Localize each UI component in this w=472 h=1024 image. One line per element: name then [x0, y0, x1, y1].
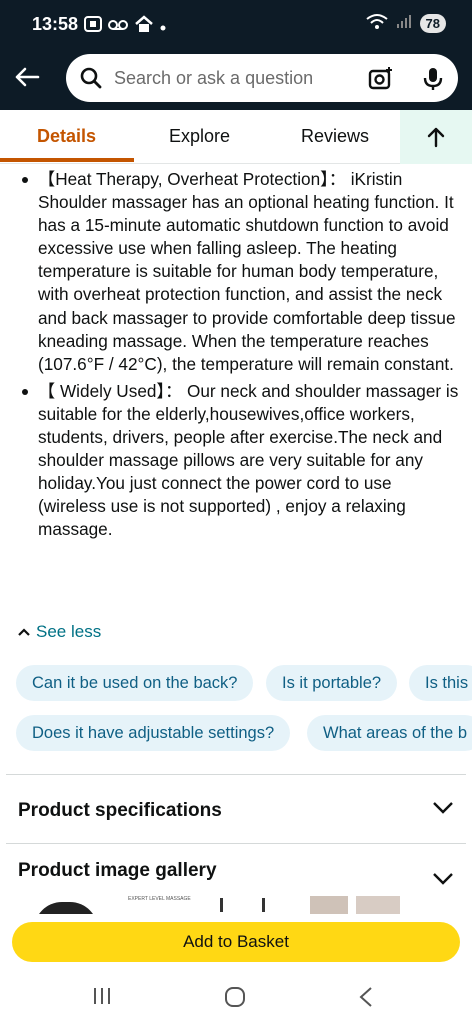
- wifi-icon: [365, 13, 388, 34]
- feature-bullet: 【Heat Therapy, Overheat Protection】： iKr…: [20, 168, 460, 376]
- screenshot-icon: [84, 16, 102, 37]
- gallery-thumbnail[interactable]: [262, 898, 292, 912]
- search-icon: [80, 67, 102, 94]
- voicemail-icon: [108, 18, 128, 36]
- recent-apps-icon[interactable]: [92, 986, 112, 1006]
- gallery-thumbnail[interactable]: [34, 902, 98, 914]
- image-gallery-strip[interactable]: EXPERT LEVEL MASSAGE: [0, 894, 472, 914]
- back-button[interactable]: [12, 62, 42, 92]
- feature-bullet: 【 Widely Used】： Our neck and shoulder ma…: [20, 380, 460, 542]
- question-chip[interactable]: Can it be used on the back?: [16, 665, 254, 701]
- feature-bullets: 【Heat Therapy, Overheat Protection】： iKr…: [20, 168, 460, 546]
- product-specifications-header[interactable]: Product specifications: [18, 800, 222, 822]
- tab-details[interactable]: Details: [37, 126, 96, 147]
- question-chips-row: Does it have adjustable settings? What a…: [0, 715, 472, 755]
- system-nav-bar: [0, 970, 472, 1024]
- microphone-icon[interactable]: [422, 66, 444, 97]
- gallery-thumbnail[interactable]: [356, 896, 400, 914]
- status-time: 13:58: [32, 14, 79, 34]
- back-arrow-icon: [15, 67, 40, 87]
- see-less-link[interactable]: See less: [18, 622, 101, 642]
- search-input[interactable]: Search or ask a question: [66, 54, 458, 102]
- bullet-dot: [22, 388, 28, 395]
- question-chips-row: Can it be used on the back? Is it portab…: [0, 665, 472, 705]
- arrow-up-icon: [427, 127, 445, 148]
- chevron-down-icon[interactable]: [432, 801, 454, 815]
- bullet-text: 【 Widely Used】： Our neck and shoulder ma…: [38, 380, 459, 540]
- product-image-gallery-header[interactable]: Product image gallery: [18, 860, 217, 882]
- tab-explore[interactable]: Explore: [169, 126, 230, 147]
- divider: [6, 774, 466, 775]
- add-to-basket-button[interactable]: Add to Basket: [12, 922, 460, 962]
- question-chip[interactable]: Is it portable?: [266, 665, 398, 701]
- divider: [6, 843, 466, 844]
- dot-icon: [160, 18, 166, 36]
- gallery-thumbnail[interactable]: [220, 898, 250, 912]
- signal-icon: [396, 13, 412, 34]
- search-placeholder: Search or ask a question: [114, 68, 314, 88]
- question-chip[interactable]: What areas of the b: [307, 715, 472, 751]
- gallery-thumbnail[interactable]: EXPERT LEVEL MASSAGE: [128, 896, 191, 902]
- see-less-label: See less: [36, 622, 102, 641]
- back-nav-icon[interactable]: [358, 986, 374, 1008]
- tab-reviews[interactable]: Reviews: [301, 126, 369, 147]
- home-icon: [134, 15, 154, 38]
- status-bar: 13:58 78: [0, 0, 472, 50]
- gallery-thumbnail[interactable]: [310, 896, 348, 914]
- chevron-down-icon[interactable]: [432, 872, 454, 886]
- status-right: 78: [365, 13, 446, 34]
- bullet-dot: [22, 177, 28, 183]
- camera-search-icon[interactable]: [368, 66, 394, 97]
- bullet-text: 【Heat Therapy, Overheat Protection】： iKr…: [38, 169, 456, 374]
- search-header: Search or ask a question: [0, 50, 472, 110]
- battery-badge: 78: [419, 14, 446, 33]
- question-chip[interactable]: Is this: [409, 665, 472, 701]
- question-chip[interactable]: Does it have adjustable settings?: [16, 715, 291, 751]
- status-icons: [84, 15, 166, 38]
- active-tab-indicator: [0, 158, 134, 162]
- scroll-to-top-button[interactable]: [400, 110, 472, 164]
- home-button-icon[interactable]: [224, 986, 246, 1008]
- chevron-up-icon: [18, 628, 30, 636]
